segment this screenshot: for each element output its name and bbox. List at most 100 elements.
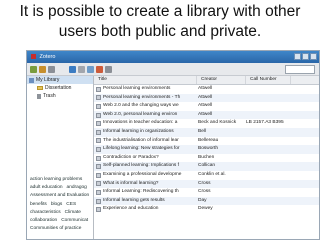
item-type-icon (96, 121, 101, 127)
item-title: Web 2.0 and the changing ways we (103, 103, 179, 109)
item-type-icon (96, 181, 101, 187)
cell-creator: Bellereau (198, 137, 219, 143)
add-by-identifier-icon[interactable] (78, 65, 85, 73)
table-row[interactable]: What is informal learning? Cross (94, 179, 319, 189)
cell-call-number (242, 137, 286, 146)
table-row[interactable]: Self-planned learning: Implications f Col… (94, 162, 319, 171)
table-row[interactable]: Informal learning in organizations Bell (94, 127, 319, 137)
table-row[interactable]: Lifelong learning: New strategies for Bos… (94, 145, 319, 154)
cell-title: Innovations in teacher education: a (94, 119, 194, 128)
column-header-creator[interactable]: Creator (197, 76, 246, 84)
minimize-button[interactable] (294, 53, 301, 60)
item-title: What is informal learning? (103, 180, 159, 186)
column-header-call-number[interactable]: Call Number (246, 76, 291, 84)
maximize-button[interactable] (302, 53, 309, 60)
tag[interactable]: Climate (65, 209, 81, 217)
tag[interactable]: Communities of practice (30, 225, 81, 233)
cell-call-number (242, 197, 286, 206)
close-button[interactable] (310, 53, 317, 60)
tag-row: Assessment and Evaluation (30, 192, 93, 200)
table-row[interactable]: Web 2.0, personal learning environ Attwel… (94, 110, 319, 120)
zotero-logo-icon (31, 54, 36, 59)
cell-creator: Beck and Kosnick (198, 120, 237, 126)
item-title: Lifelong learning: New strategies for (103, 146, 180, 152)
cell-creator: Attwell (198, 111, 213, 117)
tag[interactable]: CES (66, 201, 76, 209)
trash-icon (37, 93, 41, 99)
table-row[interactable]: Informal Learning: Rediscovering th Cross (94, 188, 319, 197)
search-input[interactable] (285, 65, 315, 74)
item-type-icon (96, 103, 101, 109)
tag[interactable]: Communicat (61, 217, 88, 225)
folder-icon (37, 86, 43, 90)
cell-title: Self-planned learning: Implications f (94, 162, 194, 171)
table-row[interactable]: Innovations in teacher education: a Beck … (94, 119, 319, 128)
cell-call-number (242, 102, 286, 111)
new-collection-icon[interactable] (30, 65, 37, 73)
item-title: Web 2.0, personal learning environ (103, 111, 178, 117)
actions-icon[interactable] (48, 65, 55, 73)
tree-item-my-library[interactable]: My Library (27, 76, 93, 84)
item-type-icon (96, 155, 101, 161)
table-row[interactable]: Examining a professional developme Conkli… (94, 171, 319, 180)
item-type-icon (96, 164, 101, 170)
new-item-icon[interactable] (69, 65, 76, 73)
cell-title: The industrialisation of informal lear (94, 137, 194, 146)
cell-creator: Attwell (198, 94, 213, 100)
column-header-title[interactable]: Title (94, 76, 197, 84)
tag[interactable]: andragog (67, 184, 87, 192)
cell-call-number (242, 94, 286, 103)
item-title: Personal learning environments - Th (103, 94, 181, 100)
cell-title: Informal learning gets results (94, 197, 194, 206)
new-note-icon[interactable] (87, 65, 94, 73)
cell-call-number (242, 180, 286, 189)
tag[interactable]: blogs (51, 201, 62, 209)
tag-row: Communities of practice (30, 225, 93, 233)
cell-call-number (242, 205, 286, 214)
tag[interactable]: characteristics (30, 209, 61, 217)
cell-creator: Cross (198, 189, 211, 195)
cell-call-number (242, 128, 286, 137)
tag[interactable]: benefits (30, 201, 47, 209)
item-type-icon (96, 129, 101, 135)
cell-title: Personal learning environments - Th (94, 94, 194, 103)
attachment-icon[interactable] (96, 65, 103, 73)
cell-creator: Bell (198, 128, 206, 134)
library-icon (29, 77, 34, 83)
item-title: Self-planned learning: Implications f (103, 163, 179, 169)
cell-creator: Cross (198, 180, 211, 186)
item-type-icon (96, 146, 101, 152)
slide-caption: It is possible to create a library with … (0, 2, 320, 42)
item-type-icon (96, 189, 101, 195)
item-title: Contradiction or Paradox? (103, 154, 159, 160)
cell-title: What is informal learning? (94, 180, 194, 189)
cell-call-number: LB 2157.A3 B395 (246, 120, 284, 126)
table-row[interactable]: Experience and education Dewey (94, 205, 319, 214)
new-group-icon[interactable] (39, 65, 46, 73)
table-row[interactable]: Informal learning gets results Day (94, 196, 319, 206)
sync-icon[interactable] (105, 65, 112, 73)
tree-item-dissertation[interactable]: Dissertation (27, 84, 93, 92)
table-row[interactable]: Personal learning environments Attwell (94, 85, 319, 94)
tree-item-label: My Library (36, 77, 60, 83)
table-row[interactable]: Contradiction or Paradox? Buchen (94, 154, 319, 163)
item-type-icon (96, 86, 101, 92)
tag[interactable]: action learning problems (30, 176, 82, 184)
tag[interactable]: adult education (30, 184, 63, 192)
item-title: Examining a professional developme (103, 171, 182, 177)
cell-call-number (242, 188, 286, 197)
items-pane: Title Creator Call Number Personal learn… (94, 76, 319, 239)
tree-item-label: Trash (43, 93, 56, 99)
cell-call-number (242, 145, 286, 154)
toolbar (27, 63, 319, 76)
items-table-header: Title Creator Call Number (94, 76, 319, 85)
tag[interactable]: Assessment and Evaluation (30, 192, 89, 200)
tag-selector: action learning problems adult education… (27, 176, 93, 233)
table-row[interactable]: Personal learning environments - Th Attwe… (94, 93, 319, 103)
tag[interactable]: collaboration (30, 217, 57, 225)
tree-item-trash[interactable]: Trash (27, 92, 93, 100)
table-row[interactable]: The industrialisation of informal lear Be… (94, 137, 319, 146)
collections-pane: My Library Dissertation Trash action lea… (27, 76, 94, 239)
table-row[interactable]: Web 2.0 and the changing ways we Attwell (94, 102, 319, 111)
item-title: Informal learning in organizations (103, 128, 174, 134)
